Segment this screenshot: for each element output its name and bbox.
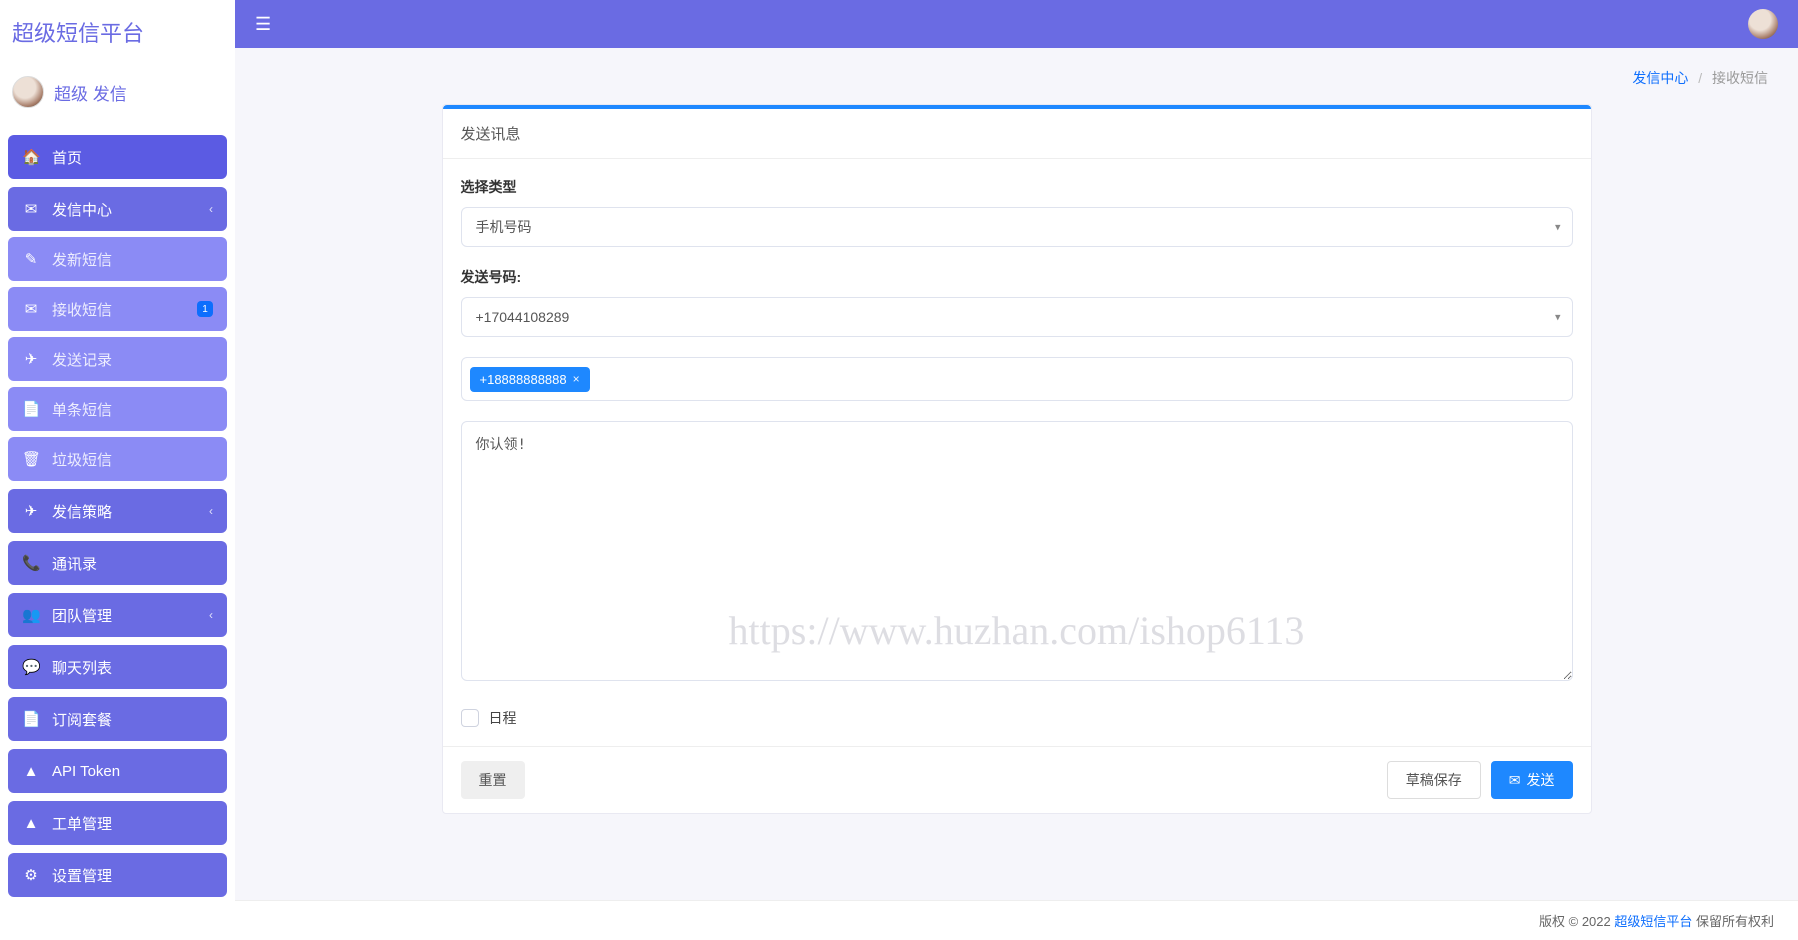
chevron-left-icon: ‹	[209, 202, 213, 216]
sidebar-item-send-log[interactable]: ✈ 发送记录	[8, 337, 227, 381]
sidebar-item-label: 发信中心	[52, 199, 112, 220]
sidebar-item-send-policy[interactable]: ✈ 发信策略 ‹	[8, 489, 227, 533]
app-root: 超级短信平台 超级 发信 🏠 首页 ✉ 发信中心 ‹ ✎ 发新短信 ✉ 接收短信…	[0, 0, 1798, 940]
sidebar-item-new-msg[interactable]: ✎ 发新短信	[8, 237, 227, 281]
message-textarea[interactable]: 你认领!	[461, 421, 1573, 681]
sidebar-item-label: API Token	[52, 763, 120, 780]
sidebar-item-label: 设置管理	[52, 865, 112, 886]
footer-prefix: 版权 © 2022	[1539, 914, 1614, 929]
footer-suffix: 保留所有权利	[1692, 914, 1774, 929]
schedule-label: 日程	[489, 708, 517, 728]
sidebar-item-label: 垃圾短信	[52, 449, 112, 470]
breadcrumb: 发信中心 / 接收短信	[265, 60, 1768, 104]
recipient-tag: +18888888888 ×	[470, 367, 590, 392]
sidebar-item-inbox[interactable]: ✉ 接收短信 1	[8, 287, 227, 331]
edit-icon: ✎	[22, 250, 40, 268]
sidebar-item-tickets[interactable]: ▲ 工单管理	[8, 801, 227, 845]
chevron-down-icon: ▾	[1555, 311, 1561, 324]
envelope-icon: ✉	[22, 200, 40, 218]
users-icon: 👥	[22, 606, 40, 624]
sidebar-item-trash[interactable]: 🗑 垃圾短信	[8, 437, 227, 481]
from-number-input[interactable]	[461, 297, 1573, 337]
send-button[interactable]: ✉ 发送	[1491, 761, 1573, 799]
badge-count: 1	[197, 301, 213, 317]
warning-icon: ▲	[22, 763, 40, 780]
sidebar-item-send-center[interactable]: ✉ 发信中心 ‹	[8, 187, 227, 231]
save-draft-button[interactable]: 草稿保存	[1387, 761, 1481, 799]
from-label: 发送号码:	[461, 267, 1573, 287]
sidebar-item-label: 发信策略	[52, 501, 112, 522]
file-icon: 📄	[22, 710, 40, 728]
breadcrumb-separator: /	[1698, 70, 1702, 86]
sidebar-item-label: 发送记录	[52, 349, 112, 370]
sidebar-item-label: 首页	[52, 147, 82, 168]
sidebar-item-settings[interactable]: ⚙ 设置管理	[8, 853, 227, 897]
card-title: 发送讯息	[443, 109, 1591, 159]
hamburger-icon[interactable]: ☰	[255, 14, 271, 35]
breadcrumb-parent[interactable]: 发信中心	[1632, 70, 1688, 86]
sidebar-item-home[interactable]: 🏠 首页	[8, 135, 227, 179]
sidebar-item-label: 工单管理	[52, 813, 112, 834]
breadcrumb-current: 接收短信	[1712, 70, 1768, 86]
schedule-checkbox[interactable]	[461, 709, 479, 727]
topbar-avatar[interactable]	[1748, 9, 1778, 39]
card-footer: 重置 草稿保存 ✉ 发送	[443, 746, 1591, 813]
main-area: ☰ 发信中心 / 接收短信 发送讯息 选择类型 手机号码	[235, 0, 1798, 940]
gear-icon: ⚙	[22, 866, 40, 884]
trash-icon: 🗑	[22, 450, 40, 468]
compose-card: 发送讯息 选择类型 手机号码 ▾ 发送号码:	[442, 104, 1592, 814]
recipient-tagbox[interactable]: +18888888888 ×	[461, 357, 1573, 401]
chevron-left-icon: ‹	[209, 504, 213, 518]
reset-button[interactable]: 重置	[461, 761, 525, 799]
sidebar-item-label: 单条短信	[52, 399, 112, 420]
send-button-label: 发送	[1527, 770, 1555, 790]
page-footer: 版权 © 2022 超级短信平台 保留所有权利	[235, 900, 1798, 940]
inbox-icon: ✉	[22, 300, 40, 318]
file-icon: 📄	[22, 400, 40, 418]
envelope-icon: ✉	[1509, 772, 1521, 789]
brand-title: 超级短信平台	[8, 8, 227, 60]
sidebar-item-billing[interactable]: 📄 订阅套餐	[8, 697, 227, 741]
topbar: ☰	[235, 0, 1798, 48]
footer-brand-link[interactable]: 超级短信平台	[1614, 914, 1692, 929]
sidebar-item-api-token[interactable]: ▲ API Token	[8, 749, 227, 793]
chevron-down-icon: ▾	[1555, 221, 1561, 234]
sidebar-item-label: 发新短信	[52, 249, 112, 270]
phone-icon: 📞	[22, 554, 40, 572]
sidebar-item-label: 接收短信	[52, 299, 112, 320]
field-message: 你认领! https://www.huzhan.com/ishop6113	[461, 421, 1573, 684]
type-select[interactable]: 手机号码	[461, 207, 1573, 247]
sidebar-item-label: 团队管理	[52, 605, 112, 626]
sidebar-user-block[interactable]: 超级 发信	[8, 68, 227, 127]
paper-plane-icon: ✈	[22, 502, 40, 520]
type-label: 选择类型	[461, 177, 1573, 197]
field-from-number: 发送号码: ▾	[461, 267, 1573, 337]
send-icon: ✈	[22, 350, 40, 368]
sidebar-item-label: 订阅套餐	[52, 709, 112, 730]
warning-icon: ▲	[22, 815, 40, 832]
chevron-left-icon: ‹	[209, 608, 213, 622]
sidebar-item-single[interactable]: 📄 单条短信	[8, 387, 227, 431]
sidebar-group-send-center: ✉ 发信中心 ‹ ✎ 发新短信 ✉ 接收短信 1 ✈ 发送记录 📄 单条短信	[8, 187, 227, 481]
avatar	[12, 76, 44, 108]
recipient-tag-text: +18888888888	[480, 372, 567, 387]
card-body: 选择类型 手机号码 ▾ 发送号码: ▾	[443, 159, 1591, 746]
sidebar-item-contacts[interactable]: 📞 通讯录	[8, 541, 227, 585]
user-name: 超级 发信	[54, 80, 127, 105]
sidebar: 超级短信平台 超级 发信 🏠 首页 ✉ 发信中心 ‹ ✎ 发新短信 ✉ 接收短信…	[0, 0, 235, 940]
field-type: 选择类型 手机号码 ▾	[461, 177, 1573, 247]
page-content: 发信中心 / 接收短信 发送讯息 选择类型 手机号码 ▾	[235, 48, 1798, 940]
sidebar-item-label: 聊天列表	[52, 657, 112, 678]
sidebar-item-chat-list[interactable]: 💬 聊天列表	[8, 645, 227, 689]
sidebar-item-label: 通讯录	[52, 553, 97, 574]
tag-remove-icon[interactable]: ×	[573, 372, 580, 386]
chat-icon: 💬	[22, 658, 40, 676]
field-recipients: +18888888888 ×	[461, 357, 1573, 401]
field-schedule: 日程	[461, 704, 1573, 728]
home-icon: 🏠	[22, 148, 40, 166]
sidebar-item-team[interactable]: 👥 团队管理 ‹	[8, 593, 227, 637]
